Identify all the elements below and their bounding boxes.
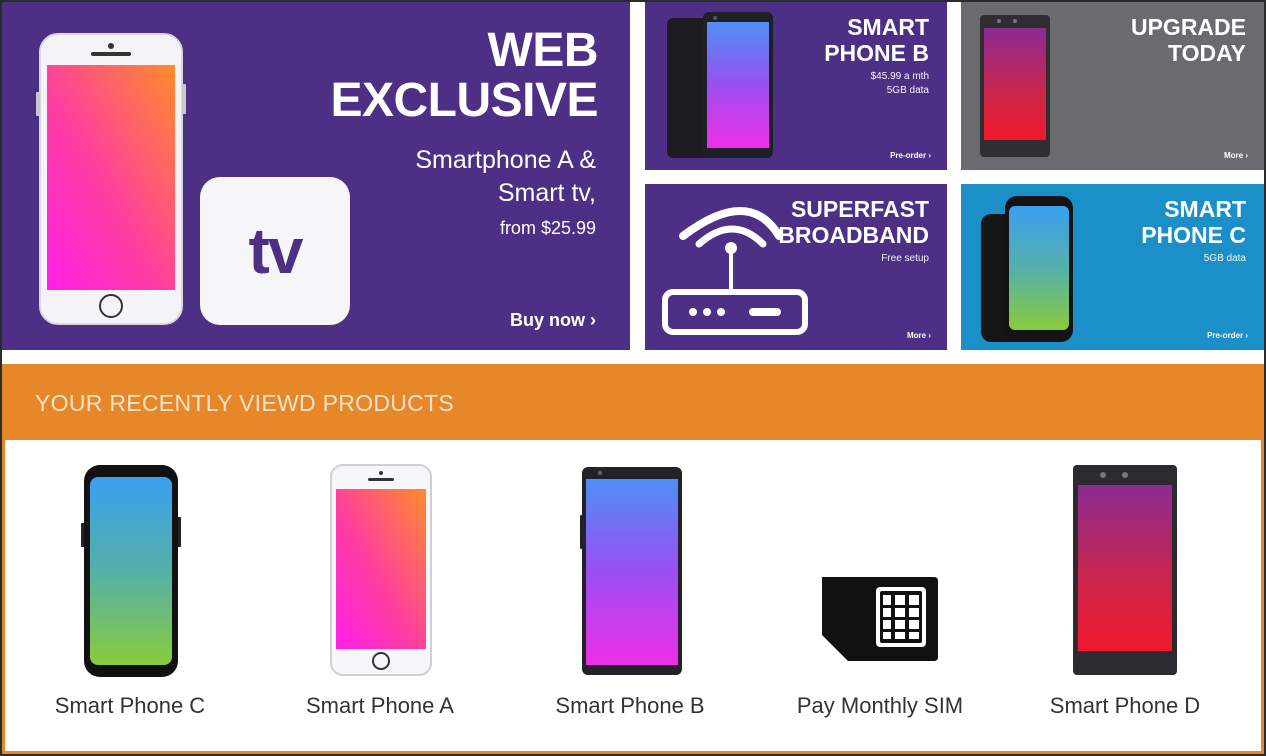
hero-subtitle: Smartphone A & Smart tv, [415,146,596,207]
recent-item-smart-phone-a[interactable]: Smart Phone A [280,457,480,747]
phone-c-details: 5GB data [1203,253,1246,264]
recent-item-smart-phone-b[interactable]: Smart Phone B [530,457,730,747]
tile-smart-phone-c[interactable]: SMART PHONE C 5GB data Pre-order › [961,184,1264,350]
smartphone-d-icon [980,15,1050,157]
hero-price: from $25.99 [499,218,596,238]
broadband-details: Free setup [881,253,929,264]
tile-superfast-broadband[interactable]: SUPERFAST BROADBAND Free setup More › [645,184,947,350]
recent-item-smart-phone-c[interactable]: Smart Phone C [30,457,230,747]
sim-card-icon [822,577,938,661]
smartphone-a-icon [36,33,186,325]
smartphone-a-icon [330,464,432,676]
phone-c-title: SMART PHONE C [1141,196,1246,248]
smartphone-b-icon [580,467,682,675]
broadband-more-link[interactable]: More › [907,331,931,340]
phone-c-preorder-link[interactable]: Pre-order › [1207,331,1248,340]
recently-viewed-section: YOUR RECENTLY VIEWD PRODUCTS Smart Phone… [2,364,1264,754]
upgrade-title: UPGRADE TODAY [1130,14,1246,66]
hero-title: WEB EXCLUSIVE [330,24,598,127]
tile-smart-phone-b[interactable]: SMART PHONE B $45.99 a mth 5GB data Pre-… [645,2,947,170]
smartphone-d-icon [1073,465,1177,675]
product-label: Smart Phone C [54,693,206,718]
recent-item-smart-phone-d[interactable]: Smart Phone D [1025,457,1225,747]
smartphone-c-icon [981,196,1073,342]
tv-label: tv [248,215,304,287]
smartphone-c-icon [81,465,181,677]
recently-viewed-header: YOUR RECENTLY VIEWD PRODUCTS [5,367,1261,440]
upgrade-more-link[interactable]: More › [1224,151,1248,160]
product-label: Smart Phone D [1049,693,1201,718]
broadband-title: SUPERFAST BROADBAND [778,196,929,248]
hero-banner-web-exclusive[interactable]: tv WEB EXCLUSIVE Smartphone A & Smart tv… [2,2,630,350]
phone-b-title: SMART PHONE B [824,14,929,66]
buy-now-link[interactable]: Buy now › [510,310,596,331]
phone-b-preorder-link[interactable]: Pre-order › [890,151,931,160]
recent-item-pay-monthly-sim[interactable]: Pay Monthly SIM [780,457,980,747]
phone-b-details: $45.99 a mth 5GB data [870,71,929,96]
product-label: Smart Phone B [555,693,705,718]
tile-upgrade-today[interactable]: UPGRADE TODAY More › [961,2,1264,170]
product-label: Smart Phone A [306,693,454,718]
product-label: Pay Monthly SIM [796,693,964,718]
